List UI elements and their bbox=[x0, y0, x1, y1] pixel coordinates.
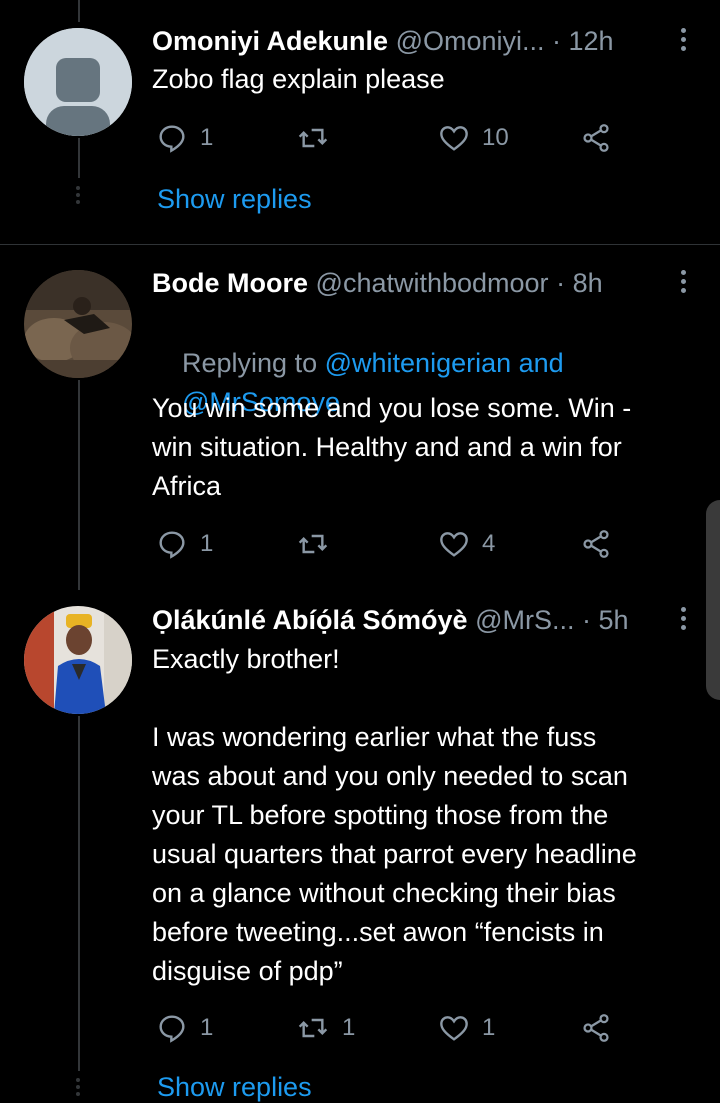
like-count: 1 bbox=[482, 1014, 496, 1041]
like-count: 4 bbox=[482, 530, 496, 557]
retweet-icon bbox=[298, 128, 328, 148]
display-name[interactable]: Ọlákúnlé Abíọ́lá Sómóyè bbox=[152, 605, 468, 635]
share-icon bbox=[583, 530, 609, 558]
default-avatar-icon bbox=[24, 28, 132, 136]
reply-button[interactable]: 1 bbox=[156, 1008, 213, 1048]
reply-icon bbox=[159, 125, 185, 153]
retweet-count: 1 bbox=[342, 1014, 356, 1041]
timestamp[interactable]: · 5h bbox=[582, 605, 629, 635]
tweet-text: Zobo flag explain please bbox=[152, 64, 445, 94]
tweet-text: You win some and you lose some. Win - wi… bbox=[152, 393, 632, 501]
display-name[interactable]: Bode Moore bbox=[152, 268, 308, 298]
reply-button[interactable]: 1 bbox=[156, 524, 213, 564]
tweet-text: Exactly brother! I was wondering earlier… bbox=[152, 644, 637, 986]
retweet-button[interactable] bbox=[296, 524, 342, 564]
scrollbar[interactable] bbox=[706, 500, 720, 700]
share-button[interactable] bbox=[580, 118, 612, 158]
thread-dots bbox=[75, 1078, 81, 1099]
retweet-button[interactable] bbox=[296, 118, 342, 158]
show-replies-link[interactable]: Show replies bbox=[157, 184, 312, 215]
reply-count: 1 bbox=[200, 530, 214, 557]
thread-dots bbox=[75, 186, 81, 207]
retweet-button[interactable]: 1 bbox=[296, 1008, 355, 1048]
tweet-header: Bode Moore @chatwithbodmoor · 8h bbox=[152, 267, 640, 299]
avatar[interactable] bbox=[24, 270, 132, 378]
share-button[interactable] bbox=[580, 1008, 612, 1048]
timestamp[interactable]: · 8h bbox=[556, 268, 603, 298]
avatar[interactable] bbox=[24, 606, 132, 714]
photo-avatar bbox=[24, 270, 132, 378]
reply-icon bbox=[159, 531, 185, 559]
tweet-header: Ọlákúnlé Abíọ́lá Sómóyè @MrS... · 5h bbox=[152, 604, 640, 636]
reply-count: 1 bbox=[200, 124, 214, 151]
share-button[interactable] bbox=[580, 524, 612, 564]
retweet-icon bbox=[298, 1018, 328, 1038]
heart-icon bbox=[440, 1016, 468, 1041]
thread-line bbox=[78, 716, 80, 1071]
like-count: 10 bbox=[482, 124, 509, 151]
handle[interactable]: @chatwithbodmoor bbox=[316, 268, 549, 298]
thread-line-top bbox=[78, 0, 80, 22]
heart-icon bbox=[440, 532, 468, 557]
thread-line bbox=[78, 380, 80, 590]
retweet-icon bbox=[298, 534, 328, 554]
display-name[interactable]: Omoniyi Adekunle bbox=[152, 26, 388, 56]
avatar[interactable] bbox=[24, 28, 132, 136]
show-replies-link[interactable]: Show replies bbox=[157, 1072, 312, 1103]
like-button[interactable]: 1 bbox=[438, 1008, 495, 1048]
like-button[interactable]: 4 bbox=[438, 524, 495, 564]
divider bbox=[0, 244, 720, 245]
tweet-actions: 1 4 bbox=[152, 524, 632, 564]
timestamp[interactable]: · 12h bbox=[552, 26, 614, 56]
handle[interactable]: @Omoniyi... bbox=[396, 26, 545, 56]
more-options-icon[interactable] bbox=[680, 28, 688, 55]
tweet-actions: 1 10 bbox=[152, 118, 632, 158]
share-icon bbox=[583, 124, 609, 152]
reply-count: 1 bbox=[200, 1014, 214, 1041]
more-options-icon[interactable] bbox=[680, 607, 688, 634]
more-options-icon[interactable] bbox=[680, 270, 688, 297]
tweet-actions: 1 1 1 bbox=[152, 1008, 632, 1048]
tweet-header: Omoniyi Adekunle @Omoniyi... · 12h bbox=[152, 25, 640, 57]
photo-avatar bbox=[24, 606, 132, 714]
thread-line bbox=[78, 138, 80, 178]
heart-icon bbox=[440, 126, 468, 151]
share-icon bbox=[583, 1014, 609, 1042]
reply-icon bbox=[159, 1015, 185, 1043]
reply-button[interactable]: 1 bbox=[156, 118, 213, 158]
like-button[interactable]: 10 bbox=[438, 118, 509, 158]
handle[interactable]: @MrS... bbox=[475, 605, 574, 635]
